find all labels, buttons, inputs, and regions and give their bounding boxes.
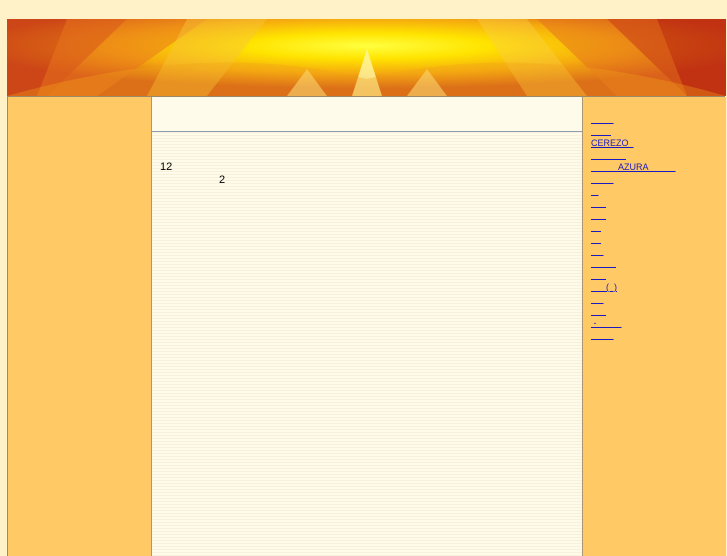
nav-item	[591, 125, 726, 137]
content-body: 12 2	[152, 132, 582, 187]
nav-link[interactable]	[591, 234, 601, 244]
nav-item	[591, 149, 726, 161]
nav-link[interactable]	[591, 222, 601, 232]
nav-item	[591, 245, 726, 257]
nav-link[interactable]	[591, 330, 614, 340]
nav-item	[591, 329, 726, 341]
nav-link-list: CEREZO AZURA ( ) -	[583, 97, 726, 341]
nav-item: -	[591, 317, 726, 329]
nav-item: ( )	[591, 281, 726, 293]
nav-item	[591, 257, 726, 269]
nav-link[interactable]	[591, 114, 614, 124]
nav-item	[591, 293, 726, 305]
nav-link[interactable]	[591, 150, 626, 160]
nav-item	[591, 173, 726, 185]
nav-link[interactable]	[591, 186, 599, 196]
nav-link[interactable]	[591, 126, 611, 136]
nav-item	[591, 233, 726, 245]
content-header	[152, 97, 582, 132]
nav-item	[591, 113, 726, 125]
nav-item	[591, 197, 726, 209]
nav-item	[591, 185, 726, 197]
nav-link[interactable]	[591, 258, 616, 268]
nav-link[interactable]: -	[591, 318, 622, 328]
nav-link[interactable]	[591, 306, 606, 316]
nav-link[interactable]	[591, 270, 606, 280]
nav-link[interactable]	[591, 246, 604, 256]
left-sidebar	[8, 97, 151, 556]
sunburst-banner-image	[7, 19, 726, 96]
header-banner	[7, 19, 726, 96]
content-line: 12	[160, 161, 173, 173]
nav-item: CEREZO	[591, 137, 726, 149]
right-sidebar: CEREZO AZURA ( ) -	[583, 97, 726, 556]
nav-link[interactable]	[591, 198, 606, 208]
content-line: 2	[219, 174, 226, 186]
nav-item: AZURA	[591, 161, 726, 173]
main-content: 12 2	[151, 97, 583, 556]
nav-item	[591, 209, 726, 221]
nav-item	[591, 305, 726, 317]
nav-item	[591, 221, 726, 233]
nav-item	[591, 269, 726, 281]
nav-link[interactable]	[591, 294, 604, 304]
nav-link[interactable]	[591, 174, 614, 184]
nav-link[interactable]: ( )	[591, 282, 617, 292]
nav-link[interactable]	[591, 210, 606, 220]
nav-link[interactable]: CEREZO	[591, 138, 634, 148]
layout-frame: 12 2 CEREZO AZURA () -	[7, 96, 726, 556]
nav-link[interactable]: AZURA	[591, 162, 676, 172]
